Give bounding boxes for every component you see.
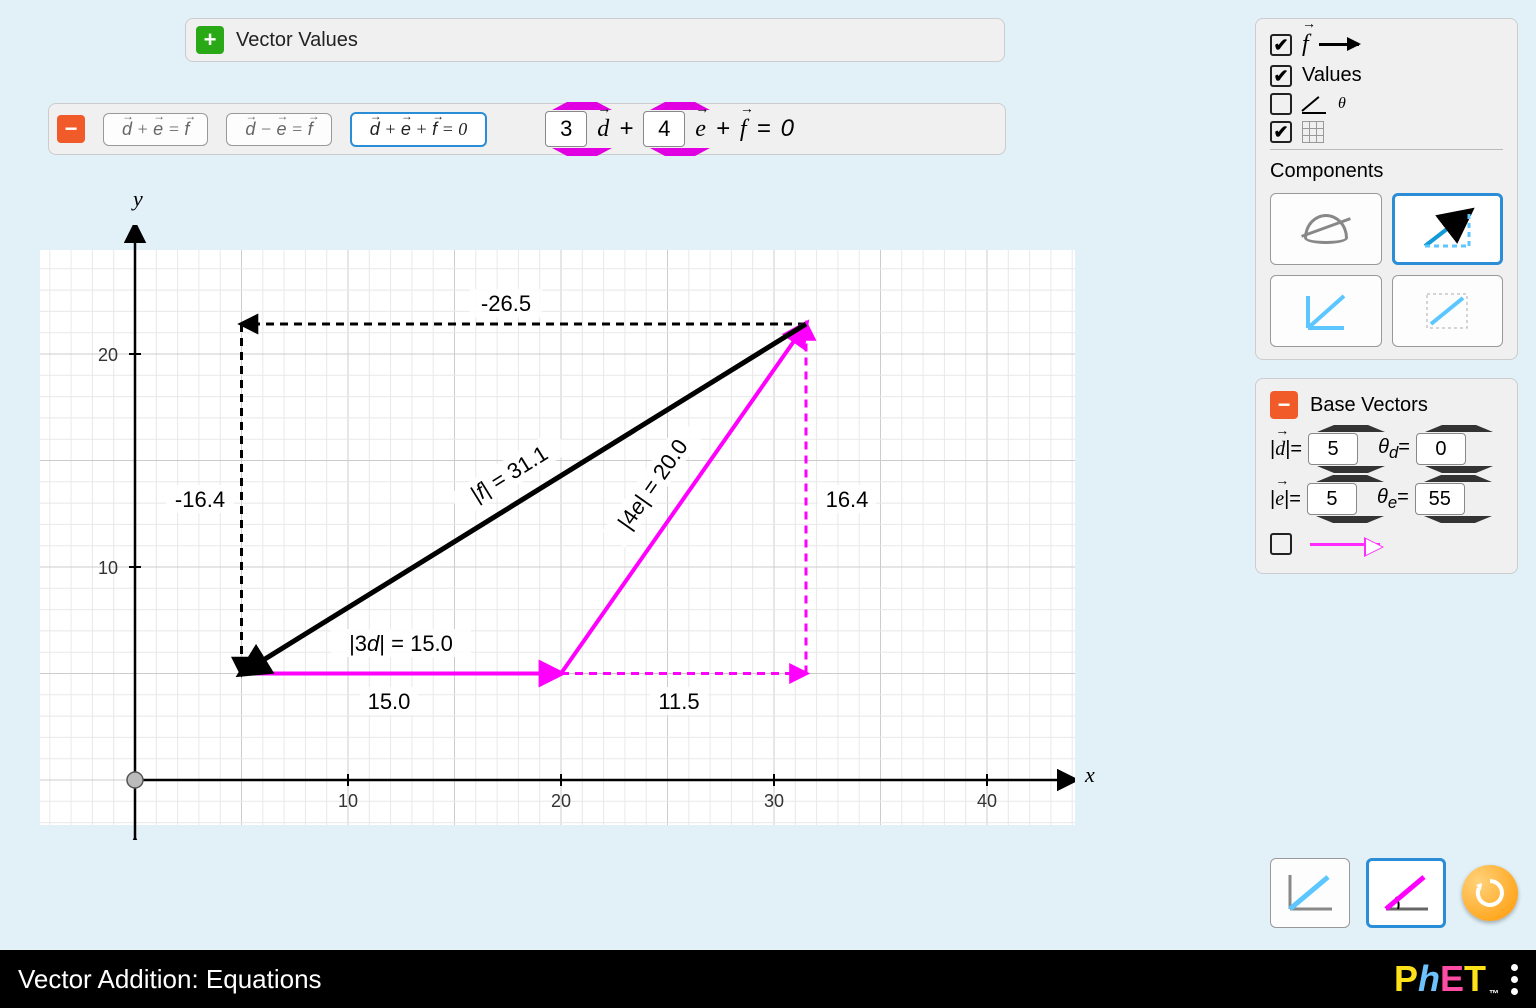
- show-base-vectors-checkbox[interactable]: [1270, 533, 1292, 555]
- expand-vector-values-button[interactable]: +: [196, 26, 224, 54]
- collapse-base-vectors-button[interactable]: −: [1270, 391, 1298, 419]
- onaxes-mode-icon: [1417, 286, 1477, 336]
- component-mode-triangle[interactable]: [1392, 193, 1504, 265]
- svg-text:10: 10: [338, 791, 358, 811]
- graph-area[interactable]: 10 20 30 40 10 20 -26.5 -16.4 16.4 15.0 …: [40, 225, 1075, 840]
- vec-d-symbol: d: [597, 116, 609, 143]
- eye-off-icon: [1304, 214, 1348, 244]
- vec-e-symbol: e: [695, 116, 706, 143]
- show-values-checkbox[interactable]: [1270, 65, 1292, 87]
- phet-menu-button[interactable]: [1511, 964, 1518, 995]
- svg-text:-26.5: -26.5: [481, 291, 531, 316]
- svg-text:|3d| = 15.0: |3d| = 15.0: [349, 631, 453, 656]
- scene-polar-button[interactable]: [1366, 858, 1446, 928]
- footer-bar: Vector Addition: Equations PhET ™: [0, 950, 1536, 1008]
- svg-text:15.0: 15.0: [368, 689, 411, 714]
- base-vectors-title: Base Vectors: [1310, 394, 1428, 417]
- show-grid-checkbox[interactable]: [1270, 121, 1292, 143]
- coef-d-spinner[interactable]: 3: [545, 111, 587, 147]
- phet-logo[interactable]: PhET ™: [1394, 958, 1499, 1000]
- d-angle-spinner[interactable]: 0: [1416, 433, 1466, 465]
- svg-text:20: 20: [98, 345, 118, 365]
- svg-text:40: 40: [977, 791, 997, 811]
- reset-all-button[interactable]: [1462, 865, 1518, 921]
- x-axis-label: x: [1085, 762, 1095, 788]
- svg-text:10: 10: [98, 558, 118, 578]
- component-mode-parallelogram[interactable]: [1270, 275, 1382, 347]
- reset-icon: [1472, 875, 1508, 911]
- equation-panel: − →d + →e = →f →d − →e = →f →d + →e + →f…: [48, 103, 1006, 155]
- d-magnitude-spinner[interactable]: 5: [1308, 433, 1358, 465]
- base-vectors-panel: − Base Vectors |d|= 5 θd= 0 |e|= 5 θe= 5…: [1255, 378, 1518, 574]
- origin-handle[interactable]: [127, 772, 143, 788]
- vec-f-symbol: f: [740, 116, 747, 143]
- show-f-checkbox[interactable]: [1270, 34, 1292, 56]
- equation-result: 0: [781, 115, 794, 143]
- svg-text:20: 20: [551, 791, 571, 811]
- scene-cartesian-button[interactable]: [1270, 858, 1350, 928]
- f-symbol: f: [1302, 31, 1309, 58]
- e-magnitude-spinner[interactable]: 5: [1307, 483, 1357, 515]
- angle-icon: [1302, 94, 1326, 114]
- show-angle-checkbox[interactable]: [1270, 93, 1292, 115]
- f-arrow-icon: [1319, 43, 1359, 46]
- vector-values-panel: + Vector Values: [185, 18, 1005, 62]
- svg-text:11.5: 11.5: [658, 689, 699, 714]
- component-mode-none[interactable]: [1270, 193, 1382, 265]
- cartesian-scene-icon: [1282, 869, 1338, 917]
- components-title: Components: [1270, 160, 1503, 183]
- equation-choice-sum[interactable]: →d + →e = →f: [103, 113, 208, 146]
- polar-scene-icon: [1378, 869, 1434, 917]
- values-label: Values: [1302, 64, 1362, 87]
- display-options-panel: f Values θ Components: [1255, 18, 1518, 360]
- svg-text:30: 30: [764, 791, 784, 811]
- graph-svg: 10 20 30 40 10 20 -26.5 -16.4 16.4 15.0 …: [40, 225, 1075, 840]
- equation-choice-zero[interactable]: →d + →e + →f = 0: [350, 112, 488, 147]
- component-mode-onaxes[interactable]: [1392, 275, 1504, 347]
- collapse-equation-button[interactable]: −: [57, 115, 85, 143]
- triangle-mode-icon: [1417, 204, 1477, 254]
- y-axis-label: y: [133, 186, 143, 212]
- grid-icon: [1302, 121, 1324, 143]
- parallelogram-mode-icon: [1296, 286, 1356, 336]
- svg-text:16.4: 16.4: [826, 487, 869, 512]
- base-vector-arrow-icon: [1310, 543, 1380, 546]
- equation-choice-diff[interactable]: →d − →e = →f: [226, 113, 331, 146]
- coef-e-spinner[interactable]: 4: [643, 111, 685, 147]
- vector-values-label: Vector Values: [236, 29, 358, 52]
- sim-title: Vector Addition: Equations: [18, 964, 322, 995]
- e-angle-spinner[interactable]: 55: [1415, 483, 1465, 515]
- live-equation: 3 d + 4 e + f = 0: [545, 111, 794, 147]
- svg-text:-16.4: -16.4: [175, 487, 225, 512]
